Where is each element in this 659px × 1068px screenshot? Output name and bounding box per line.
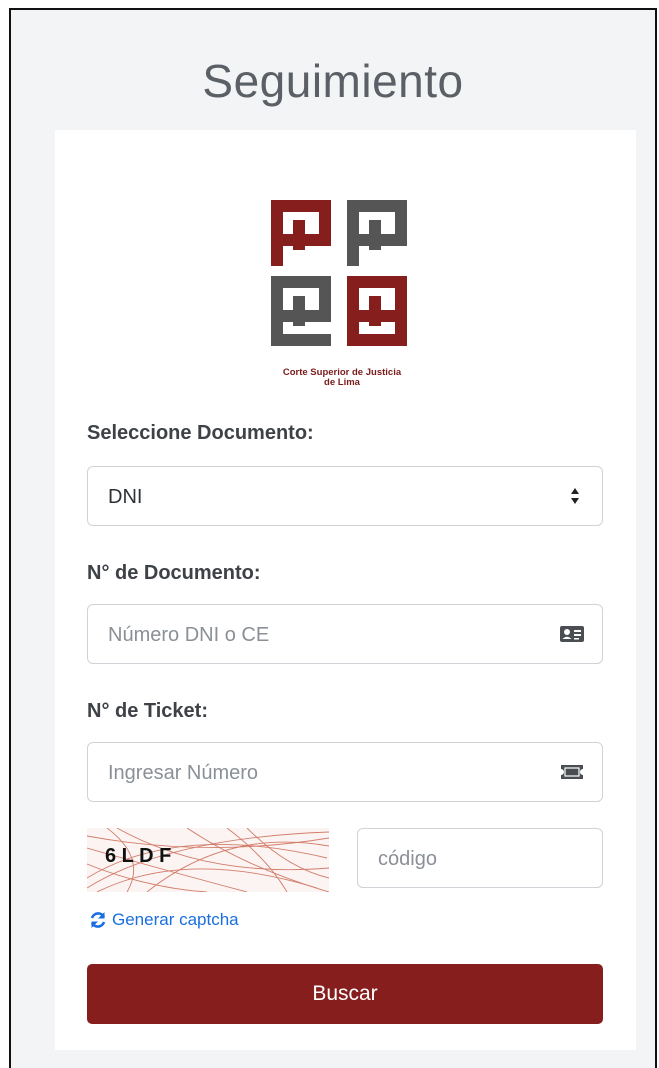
captcha-text: 6 L D F [105, 845, 171, 867]
document-type-value: DNI [108, 486, 143, 508]
document-number-label: N° de Documento: [87, 562, 261, 584]
regenerate-captcha-label: Generar captcha [112, 910, 239, 929]
document-number-placeholder: Número DNI o CE [108, 624, 270, 646]
captcha-code-input[interactable]: código [357, 828, 603, 888]
select-arrows-icon [571, 488, 579, 504]
ticket-input[interactable]: Ingresar Número [87, 742, 603, 802]
document-type-label: Seleccione Documento: [87, 422, 314, 444]
captcha-noise: 6 L D F [87, 828, 329, 892]
document-number-input[interactable]: Número DNI o CE [87, 604, 603, 664]
ticket-placeholder: Ingresar Número [108, 762, 259, 784]
court-logo: Corte Superior de Justicia de Lima [267, 194, 417, 388]
page-frame: Seguimiento Corte Superior de Justicia d… [9, 8, 657, 1068]
captcha-image: 6 L D F [87, 828, 329, 892]
id-card-icon [560, 626, 584, 642]
document-type-select[interactable]: DNI [87, 466, 603, 526]
refresh-icon [90, 912, 106, 928]
page-title: Seguimiento [202, 55, 464, 107]
logo-text-line2: de Lima [324, 377, 360, 388]
search-card: Corte Superior de Justicia de Lima Selec… [55, 130, 636, 1050]
search-button[interactable]: Buscar [87, 964, 603, 1024]
captcha-code-placeholder: código [378, 848, 437, 870]
regenerate-captcha-link[interactable]: Generar captcha [89, 910, 239, 930]
ticket-icon [561, 765, 583, 779]
ticket-label: N° de Ticket: [87, 700, 208, 722]
pj-logo-icon [271, 200, 407, 346]
